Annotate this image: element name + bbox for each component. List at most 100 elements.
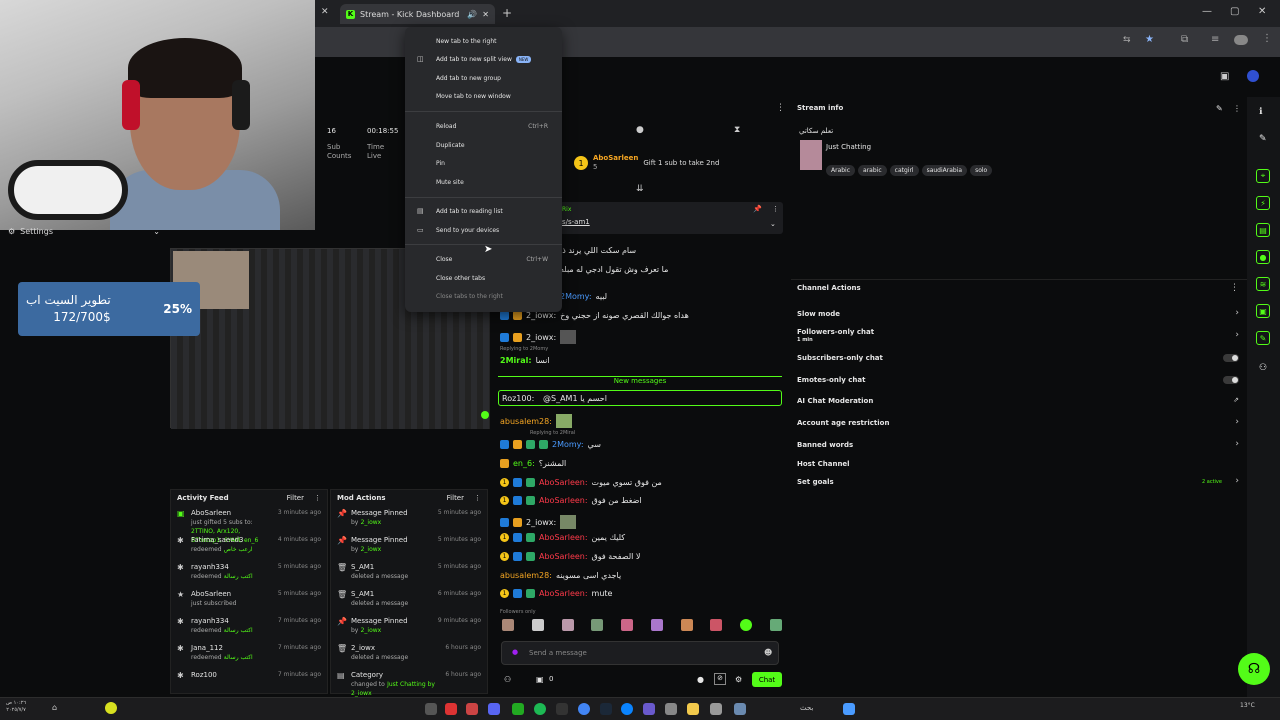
banned-words-label[interactable]: Banned words: [797, 441, 853, 449]
menu-reading-list[interactable]: Add tab to reading list: [436, 208, 503, 215]
followers-only-label[interactable]: Followers-only chat: [797, 328, 874, 336]
emote-button[interactable]: [740, 619, 753, 631]
chat-settings-icon[interactable]: ●: [697, 675, 704, 684]
hourglass-icon[interactable]: ⧗: [734, 125, 740, 135]
menu-close-right[interactable]: Close tabs to the right: [436, 293, 503, 300]
chevron-right-icon[interactable]: ›: [1235, 308, 1239, 318]
taskbar-app-icon[interactable]: [466, 703, 478, 715]
emote-button[interactable]: [769, 619, 782, 631]
ai-moderation-label[interactable]: AI Chat Moderation: [797, 397, 873, 405]
menu-close[interactable]: Close: [436, 256, 452, 263]
emotes-only-toggle[interactable]: [1223, 376, 1239, 384]
menu-send-devices[interactable]: Send to your devices: [436, 227, 499, 234]
wrench-icon[interactable]: ✎: [1256, 331, 1270, 345]
menu-move-window[interactable]: Move tab to new window: [436, 93, 511, 100]
menu-split-view[interactable]: Add tab to new split view NEW: [436, 56, 532, 63]
host-channel-label[interactable]: Host Channel: [797, 460, 850, 468]
chevron-right-icon[interactable]: ›: [1235, 476, 1239, 486]
activity-filter-button[interactable]: Filter: [287, 494, 304, 502]
edge-icon[interactable]: [621, 703, 633, 715]
speaker-icon[interactable]: 🔊: [467, 10, 477, 19]
tab-kick-dashboard[interactable]: K Stream - Kick Dashboard 🔊 ✕: [340, 4, 495, 24]
subscribers-only-toggle[interactable]: [1223, 354, 1239, 362]
chevron-right-icon[interactable]: ›: [1235, 439, 1239, 449]
profile-avatar[interactable]: [1234, 35, 1248, 45]
taskbar-app-icon[interactable]: [556, 703, 568, 715]
weather-widget[interactable]: 13°C: [1240, 702, 1255, 709]
menu-close-other[interactable]: Close other tabs: [436, 275, 485, 282]
edit-icon[interactable]: ✎: [1216, 104, 1223, 113]
menu-duplicate[interactable]: Duplicate: [436, 142, 465, 149]
minimize-icon[interactable]: —: [1202, 6, 1212, 17]
kebab-icon[interactable]: ⋮: [1230, 283, 1239, 293]
clock[interactable]: ١٠:٢٦ ص ٢٠٢٥/٧/٧: [6, 700, 26, 714]
emoji-icon[interactable]: ☻: [764, 648, 772, 657]
emote-button[interactable]: [680, 619, 693, 631]
account-age-label[interactable]: Account age restriction: [797, 419, 889, 427]
emote-button[interactable]: [591, 619, 604, 631]
user-avatar[interactable]: [1247, 70, 1259, 82]
taskbar-app-icon[interactable]: [665, 703, 677, 715]
maximize-icon[interactable]: ▢: [1230, 6, 1239, 17]
discord-icon[interactable]: [488, 703, 500, 715]
layout-icon[interactable]: ▣: [1220, 71, 1229, 82]
taskbar-app-icon[interactable]: [425, 703, 437, 715]
emote-button[interactable]: [710, 619, 723, 631]
mod-filter-button[interactable]: Filter: [447, 494, 464, 502]
new-tab-button[interactable]: +: [502, 6, 512, 20]
menu-new-tab-right[interactable]: New tab to the right: [436, 38, 497, 45]
chart-icon[interactable]: ⇗: [1233, 396, 1239, 404]
chat-input[interactable]: ● Send a message ☻: [501, 641, 779, 665]
emote-button[interactable]: [531, 619, 544, 631]
mute-icon[interactable]: ⊘: [714, 673, 726, 685]
taskbar-app-icon[interactable]: [710, 703, 722, 715]
doc-icon[interactable]: ▤: [1256, 223, 1270, 237]
search-box[interactable]: بحث: [800, 704, 813, 712]
chevron-down-icon[interactable]: ⇊: [636, 184, 644, 194]
kebab-icon[interactable]: ⋮: [474, 494, 481, 502]
set-goals-label[interactable]: Set goals: [797, 478, 834, 486]
emote-button[interactable]: [621, 619, 634, 631]
taskbar-app-icon[interactable]: [445, 703, 457, 715]
mod-icon[interactable]: ▣: [1256, 304, 1270, 318]
users-icon[interactable]: ⚇: [1259, 363, 1267, 373]
browser-menu-icon[interactable]: ⋮: [1262, 33, 1272, 44]
bookmark-star-icon[interactable]: ★: [1145, 34, 1154, 45]
file-explorer-icon[interactable]: [687, 703, 699, 715]
taskbar-app-icon[interactable]: [643, 703, 655, 715]
emote-button[interactable]: [561, 619, 574, 631]
gear-icon[interactable]: ⚙: [735, 675, 742, 684]
tab-close-left-icon[interactable]: ✕: [321, 7, 329, 17]
emote-button[interactable]: [650, 619, 663, 631]
menu-pin[interactable]: Pin: [436, 160, 445, 167]
tab-close-icon[interactable]: ✕: [482, 10, 489, 19]
mic-icon[interactable]: ●: [512, 648, 518, 656]
support-chat-button[interactable]: ☊: [1238, 653, 1270, 685]
steam-icon[interactable]: [600, 703, 612, 715]
kebab-icon[interactable]: ⋮: [314, 494, 321, 502]
close-window-icon[interactable]: ✕: [1258, 6, 1266, 17]
taskbar-app-icon[interactable]: [734, 703, 746, 715]
spotify-icon[interactable]: [534, 703, 546, 715]
chat-send-button[interactable]: Chat: [752, 672, 782, 687]
edit-icon[interactable]: ✎: [1259, 134, 1267, 144]
info-icon[interactable]: ℹ: [1259, 107, 1262, 117]
extensions-icon[interactable]: ⧉: [1181, 34, 1188, 45]
chrome-icon[interactable]: [578, 703, 590, 715]
taskbar-app-icon[interactable]: [512, 703, 524, 715]
translate-icon[interactable]: ⇆: [1123, 35, 1131, 45]
pin-icon[interactable]: 📌: [753, 205, 762, 213]
chat-icon[interactable]: ●: [1256, 250, 1270, 264]
flash-icon[interactable]: ⚡: [1256, 196, 1270, 210]
menu-new-group[interactable]: Add tab to new group: [436, 75, 501, 82]
reading-list-icon[interactable]: ≡: [1211, 34, 1219, 45]
tray-app-icon[interactable]: [105, 702, 117, 714]
kebab-icon[interactable]: ⋮: [772, 205, 779, 213]
windows-start-icon[interactable]: [843, 703, 855, 715]
gift-icon[interactable]: ▣: [536, 675, 544, 684]
kebab-icon[interactable]: ⋮: [1233, 104, 1241, 113]
chevron-down-icon[interactable]: ⌄: [770, 220, 776, 228]
emote-button[interactable]: [502, 619, 514, 631]
pinned-link[interactable]: s/s-am1: [562, 218, 590, 226]
chevron-right-icon[interactable]: ›: [1235, 417, 1239, 427]
